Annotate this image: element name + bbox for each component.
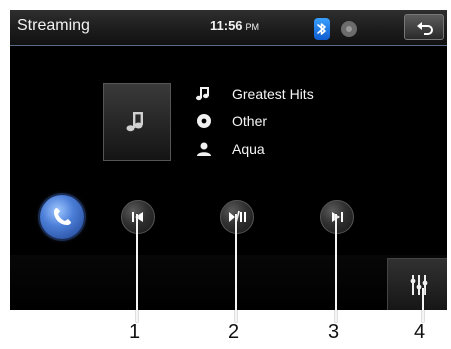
next-icon [332,212,343,222]
phone-button[interactable] [40,195,84,239]
play-pause-button[interactable] [220,200,254,234]
status-header: Streaming 11:56 PM [10,10,447,46]
streaming-screen: Streaming 11:56 PM Greatest Hits Other A… [10,10,447,310]
artist-icon [197,142,211,156]
genre-label: Other [232,113,268,129]
album-art [103,83,171,161]
callout-label-4: 4 [414,321,426,343]
callout-line-4 [422,288,424,322]
disc-icon [341,21,357,37]
previous-track-button[interactable] [121,200,155,234]
song-icon [196,87,209,101]
music-note-icon [126,112,143,132]
song-title: Greatest Hits [232,86,314,102]
clock: 11:56 PM [210,18,259,35]
callout-label-2: 2 [228,321,240,343]
time-value: 11:56 [210,18,243,33]
previous-icon [132,212,143,222]
equalizer-button[interactable] [387,258,447,310]
callout-line-2 [235,214,237,322]
equalizer-icon [410,275,428,295]
callout-label-1: 1 [129,321,141,343]
play-pause-icon [229,210,246,224]
control-floor [10,255,447,310]
next-track-button[interactable] [320,200,354,234]
bluetooth-icon [314,18,330,40]
callout-label-3: 3 [328,321,340,343]
time-ampm: PM [245,22,260,32]
callout-line-3 [335,214,337,322]
phone-icon [54,208,71,225]
callout-line-1 [136,214,138,322]
back-button[interactable] [404,14,444,40]
page-title: Streaming [17,17,90,34]
artist-name: Aqua [232,141,265,157]
back-arrow-icon [417,22,433,35]
genre-disc-icon [197,114,211,128]
